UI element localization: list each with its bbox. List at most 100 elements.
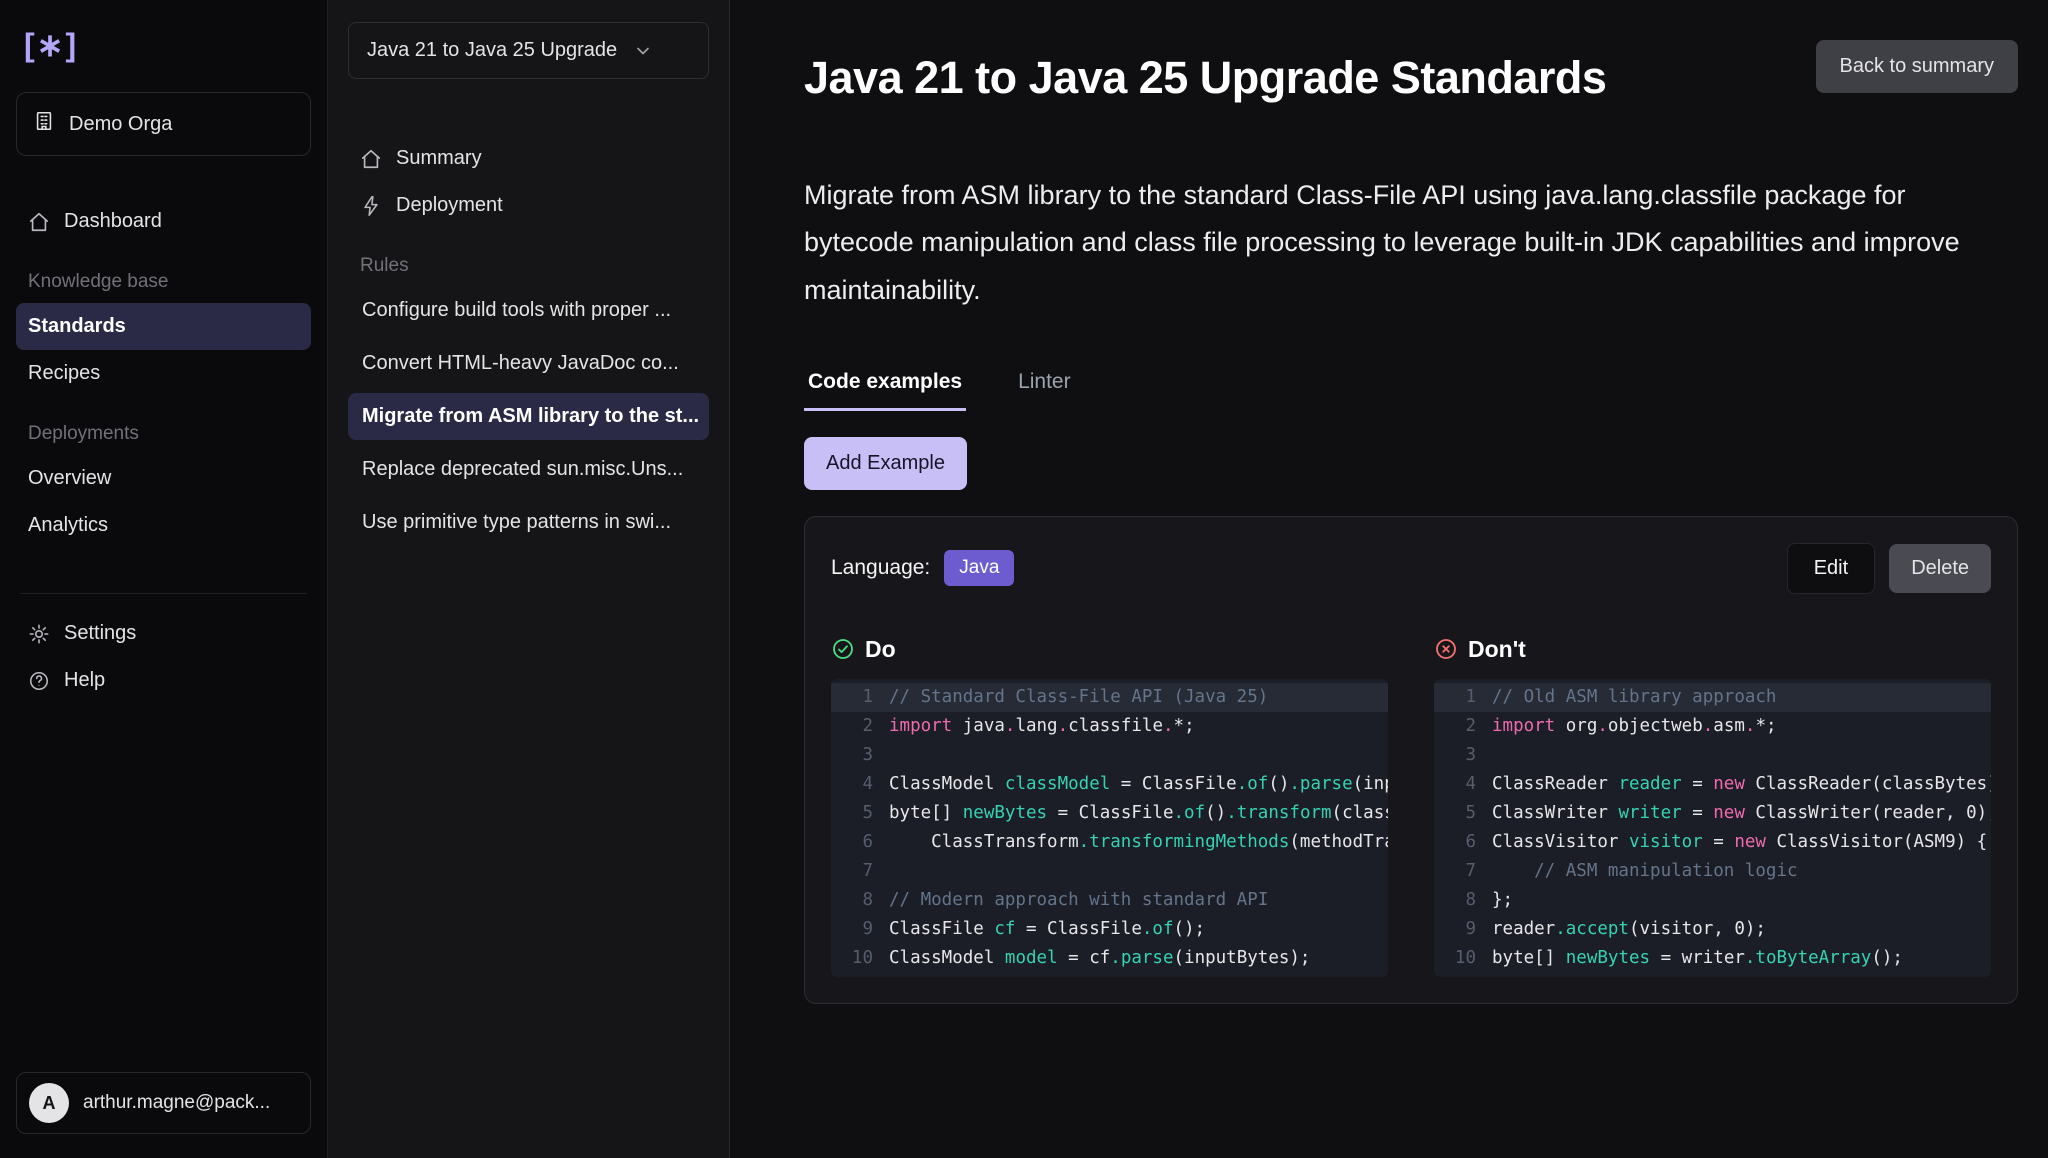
- do-column: Do 1// Standard Class-File API (Java 25)…: [831, 636, 1388, 977]
- language-badge: Java: [944, 550, 1014, 586]
- code-line: 8};: [1434, 886, 1991, 915]
- rule-item[interactable]: Migrate from ASM library to the st...: [348, 393, 709, 440]
- sidebar-divider: [20, 593, 307, 594]
- code-line: 8// Modern approach with standard API: [831, 886, 1388, 915]
- sidebar-item-label: Help: [64, 669, 105, 692]
- rule-item[interactable]: Replace deprecated sun.misc.Uns...: [348, 446, 709, 493]
- line-number: 5: [841, 799, 873, 828]
- home-icon: [360, 148, 382, 170]
- dont-title: Don't: [1468, 636, 1526, 663]
- project-selector[interactable]: Java 21 to Java 25 Upgrade: [348, 22, 709, 79]
- code-line: 1// Standard Class-File API (Java 25): [831, 683, 1388, 712]
- building-icon: [33, 110, 55, 138]
- primary-sidebar: [∗] Demo Orga Dashboard Knowledge base S…: [0, 0, 328, 1158]
- section-knowledge-base: Knowledge base: [16, 245, 311, 303]
- chevron-down-icon: [633, 41, 653, 61]
- edit-button[interactable]: Edit: [1787, 543, 1875, 594]
- example-card-header: Language: Java Edit Delete: [831, 543, 1991, 594]
- line-number: 6: [1444, 828, 1476, 857]
- sidebar-item-recipes[interactable]: Recipes: [16, 350, 311, 397]
- sidebar-item-settings[interactable]: Settings: [16, 610, 311, 657]
- line-number: 8: [841, 886, 873, 915]
- rule-item[interactable]: Convert HTML-heavy JavaDoc co...: [348, 340, 709, 387]
- add-example-button[interactable]: Add Example: [804, 437, 967, 490]
- avatar: A: [29, 1083, 69, 1123]
- home-icon: [28, 211, 50, 233]
- rule-item[interactable]: Use primitive type patterns in swi...: [348, 499, 709, 546]
- org-selector[interactable]: Demo Orga: [16, 92, 311, 156]
- main-header: Java 21 to Java 25 Upgrade Standards Bac…: [804, 40, 2018, 104]
- code-line: 6 ClassTransform.transformingMethods(met…: [831, 828, 1388, 857]
- line-number: 8: [1444, 886, 1476, 915]
- sidebar-item-overview[interactable]: Overview: [16, 455, 311, 502]
- line-number: 5: [1444, 799, 1476, 828]
- help-circle-icon: [28, 670, 50, 692]
- tab-linter[interactable]: Linter: [1014, 360, 1075, 411]
- project-item-summary[interactable]: Summary: [348, 135, 709, 182]
- code-line: 1// Old ASM library approach: [1434, 683, 1991, 712]
- code-line: 6ClassVisitor visitor = new ClassVisitor…: [1434, 828, 1991, 857]
- do-header: Do: [831, 636, 1388, 663]
- org-label: Demo Orga: [69, 113, 172, 136]
- sidebar-item-help[interactable]: Help: [16, 657, 311, 704]
- language-label: Language:: [831, 556, 930, 580]
- tab-bar: Code examples Linter: [804, 360, 2018, 411]
- code-example-card: Language: Java Edit Delete Do 1// Standa…: [804, 516, 2018, 1004]
- line-number: 4: [841, 770, 873, 799]
- dont-code[interactable]: 1// Old ASM library approach2import org.…: [1434, 679, 1991, 977]
- code-line: 10ClassModel model = cf.parse(inputBytes…: [831, 944, 1388, 973]
- sidebar-item-label: Dashboard: [64, 210, 162, 233]
- code-line: 5ClassWriter writer = new ClassWriter(re…: [1434, 799, 1991, 828]
- main-content: Java 21 to Java 25 Upgrade Standards Bac…: [730, 0, 2048, 1158]
- app-logo[interactable]: [∗]: [16, 22, 311, 92]
- code-line: 4ClassModel classModel = ClassFile.of().…: [831, 770, 1388, 799]
- line-number: 3: [1444, 741, 1476, 770]
- line-number: 7: [841, 857, 873, 886]
- back-to-summary-button[interactable]: Back to summary: [1816, 40, 2018, 93]
- delete-button[interactable]: Delete: [1889, 544, 1991, 593]
- line-number: 4: [1444, 770, 1476, 799]
- code-line: 7 // ASM manipulation logic: [1434, 857, 1991, 886]
- line-number: 9: [841, 915, 873, 944]
- rule-description: Migrate from ASM library to the standard…: [804, 172, 2004, 314]
- line-number: 10: [1444, 944, 1476, 973]
- code-line: 3: [1434, 741, 1991, 770]
- tab-code-examples[interactable]: Code examples: [804, 360, 966, 411]
- dont-header: Don't: [1434, 636, 1991, 663]
- rule-item[interactable]: Configure build tools with proper ...: [348, 287, 709, 334]
- code-line: 9ClassFile cf = ClassFile.of();: [831, 915, 1388, 944]
- sidebar-item-label: Overview: [28, 467, 111, 490]
- project-sidebar: Java 21 to Java 25 Upgrade Summary Deplo…: [328, 0, 730, 1158]
- sidebar-item-label: Recipes: [28, 362, 100, 385]
- line-number: 2: [841, 712, 873, 741]
- line-number: 2: [1444, 712, 1476, 741]
- line-number: 1: [1444, 683, 1476, 712]
- line-number: 7: [1444, 857, 1476, 886]
- do-code[interactable]: 1// Standard Class-File API (Java 25)2im…: [831, 679, 1388, 977]
- app-root: [∗] Demo Orga Dashboard Knowledge base S…: [0, 0, 2048, 1158]
- line-number: 10: [841, 944, 873, 973]
- sidebar-item-analytics[interactable]: Analytics: [16, 502, 311, 549]
- code-line: 2import java.lang.classfile.*;: [831, 712, 1388, 741]
- page-title: Java 21 to Java 25 Upgrade Standards: [804, 52, 1606, 104]
- section-deployments: Deployments: [16, 397, 311, 455]
- user-email: arthur.magne@pack...: [83, 1092, 270, 1114]
- code-line: 2import org.objectweb.asm.*;: [1434, 712, 1991, 741]
- bolt-icon: [360, 195, 382, 217]
- dont-column: Don't 1// Old ASM library approach2impor…: [1434, 636, 1991, 977]
- project-selector-value: Java 21 to Java 25 Upgrade: [367, 39, 617, 62]
- project-item-label: Summary: [396, 147, 482, 170]
- sidebar-item-label: Settings: [64, 622, 136, 645]
- sidebar-item-dashboard[interactable]: Dashboard: [16, 198, 311, 245]
- check-circle-icon: [831, 637, 855, 661]
- code-line: 9reader.accept(visitor, 0);: [1434, 915, 1991, 944]
- x-circle-icon: [1434, 637, 1458, 661]
- code-line: 10byte[] newBytes = writer.toByteArray()…: [1434, 944, 1991, 973]
- code-line: 5byte[] newBytes = ClassFile.of().transf…: [831, 799, 1388, 828]
- sidebar-item-standards[interactable]: Standards: [16, 303, 311, 350]
- line-number: 3: [841, 741, 873, 770]
- user-menu[interactable]: A arthur.magne@pack...: [16, 1072, 311, 1134]
- project-item-label: Deployment: [396, 194, 503, 217]
- sidebar-spacer: [16, 704, 311, 1072]
- project-item-deployment[interactable]: Deployment: [348, 182, 709, 229]
